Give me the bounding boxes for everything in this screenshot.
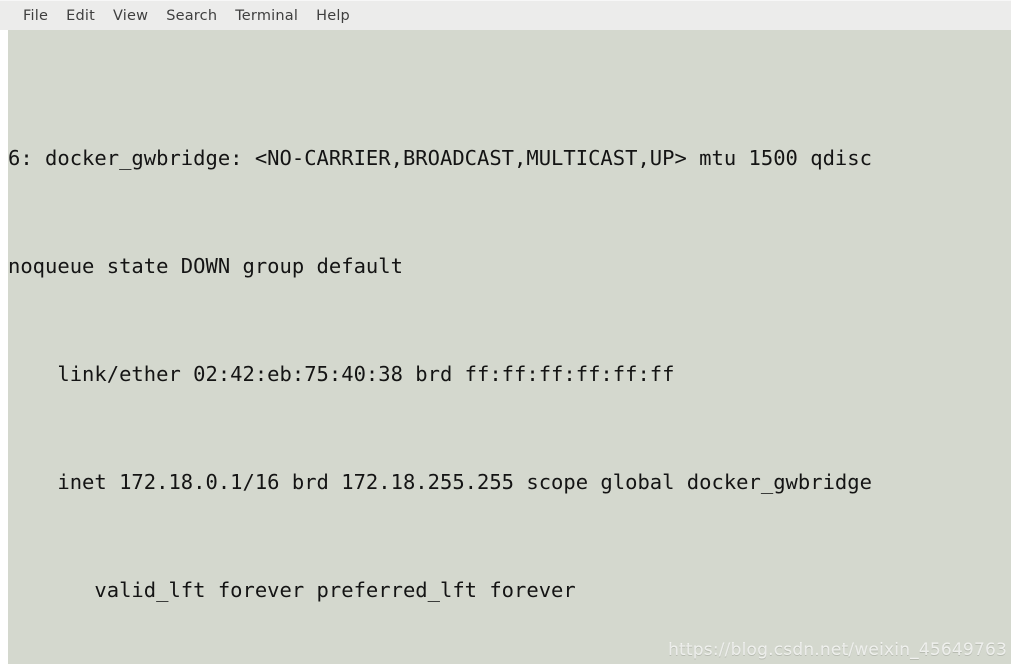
menu-item-file[interactable]: File xyxy=(14,6,57,26)
terminal-line: noqueue state DOWN group default xyxy=(8,248,1011,284)
menu-bar: File Edit View Search Terminal Help xyxy=(0,0,1011,30)
menu-item-help[interactable]: Help xyxy=(307,6,359,26)
terminal-line-text: 6: docker_gwbridge: <NO-CARRIER,BROADCAS… xyxy=(8,146,872,170)
menu-item-edit[interactable]: Edit xyxy=(57,6,104,26)
terminal-output-area[interactable]: 6: docker_gwbridge: <NO-CARRIER,BROADCAS… xyxy=(8,30,1011,664)
menu-item-view[interactable]: View xyxy=(104,6,157,26)
terminal-line: valid_lft forever preferred_lft forever xyxy=(8,572,1011,608)
menu-item-search[interactable]: Search xyxy=(157,6,226,26)
terminal-line: inet 172.18.0.1/16 brd 172.18.255.255 sc… xyxy=(8,464,1011,500)
menu-item-terminal[interactable]: Terminal xyxy=(226,6,307,26)
terminal-line-text: valid_lft forever preferred_lft forever xyxy=(8,578,576,602)
terminal-line-text: inet 172.18.0.1/16 brd 172.18.255.255 sc… xyxy=(8,470,872,494)
terminal-line: link/ether 02:42:eb:75:40:38 brd ff:ff:f… xyxy=(8,356,1011,392)
terminal-line-text: link/ether 02:42:eb:75:40:38 brd ff:ff:f… xyxy=(8,362,675,386)
terminal-line-text: noqueue state DOWN group default xyxy=(8,254,403,278)
terminal-screen: 6: docker_gwbridge: <NO-CARRIER,BROADCAS… xyxy=(8,32,1011,664)
terminal-window: File Edit View Search Terminal Help 6: d… xyxy=(0,0,1011,664)
terminal-line: 6: docker_gwbridge: <NO-CARRIER,BROADCAS… xyxy=(8,140,1011,176)
